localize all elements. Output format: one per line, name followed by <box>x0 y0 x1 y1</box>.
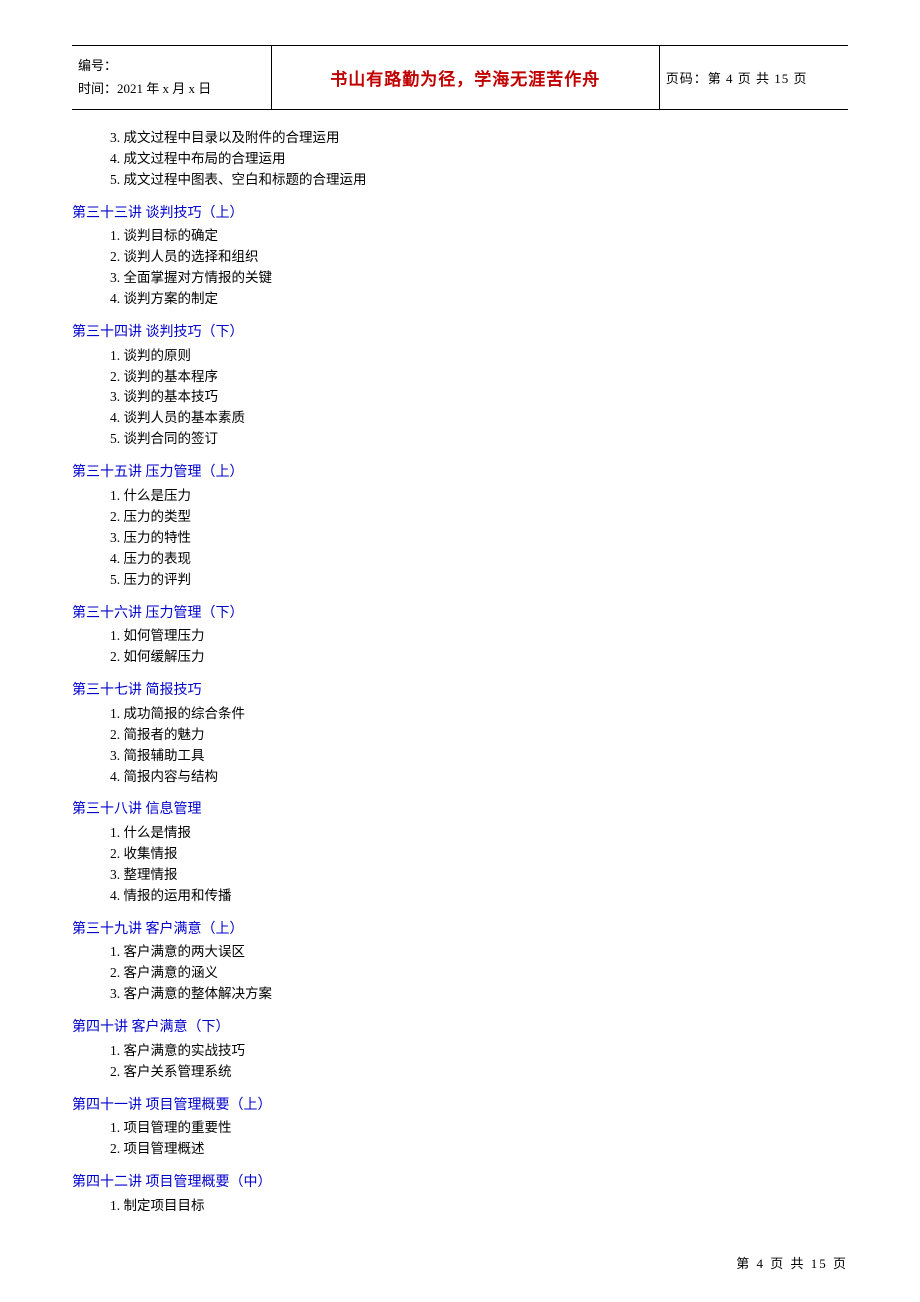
section-title: 第四十讲 客户满意（下） <box>72 1017 848 1039</box>
list-item: 1. 项目管理的重要性 <box>110 1118 848 1139</box>
list-item: 1. 什么是压力 <box>110 486 848 507</box>
list-item: 3. 整理情报 <box>110 865 848 886</box>
section-block: 1. 项目管理的重要性 2. 项目管理概述 <box>110 1118 848 1160</box>
list-item: 1. 谈判目标的确定 <box>110 226 848 247</box>
list-item: 3. 谈判的基本技巧 <box>110 387 848 408</box>
list-item: 2. 简报者的魅力 <box>110 725 848 746</box>
section-title: 第三十五讲 压力管理（上） <box>72 462 848 484</box>
section-block: 1. 谈判的原则 2. 谈判的基本程序 3. 谈判的基本技巧 4. 谈判人员的基… <box>110 346 848 451</box>
section-title: 第四十一讲 项目管理概要（上） <box>72 1095 848 1117</box>
section-block: 1. 什么是压力 2. 压力的类型 3. 压力的特性 4. 压力的表现 5. 压… <box>110 486 848 591</box>
list-item: 3. 简报辅助工具 <box>110 746 848 767</box>
list-item: 5. 成文过程中图表、空白和标题的合理运用 <box>110 170 848 191</box>
list-item: 4. 成文过程中布局的合理运用 <box>110 149 848 170</box>
list-item: 4. 情报的运用和传播 <box>110 886 848 907</box>
section-title: 第三十六讲 压力管理（下） <box>72 603 848 625</box>
doc-id: 编号： <box>78 54 265 77</box>
list-item: 3. 全面掌握对方情报的关键 <box>110 268 848 289</box>
list-item: 1. 成功简报的综合条件 <box>110 704 848 725</box>
pre-items-block: 3. 成文过程中目录以及附件的合理运用 4. 成文过程中布局的合理运用 5. 成… <box>110 128 848 191</box>
list-item: 5. 压力的评判 <box>110 570 848 591</box>
header-meta: 编号： 时间：2021 年 x 月 x 日 <box>72 46 271 110</box>
list-item: 1. 什么是情报 <box>110 823 848 844</box>
header-page: 页码：第 4 页 共 15 页 <box>659 46 848 110</box>
list-item: 4. 简报内容与结构 <box>110 767 848 788</box>
section-title: 第三十七讲 简报技巧 <box>72 680 848 702</box>
list-item: 4. 压力的表现 <box>110 549 848 570</box>
list-item: 4. 谈判方案的制定 <box>110 289 848 310</box>
list-item: 1. 如何管理压力 <box>110 626 848 647</box>
section-block: 1. 客户满意的实战技巧 2. 客户关系管理系统 <box>110 1041 848 1083</box>
list-item: 2. 压力的类型 <box>110 507 848 528</box>
list-item: 1. 制定项目目标 <box>110 1196 848 1217</box>
section-title: 第三十四讲 谈判技巧（下） <box>72 322 848 344</box>
list-item: 5. 谈判合同的签订 <box>110 429 848 450</box>
section-block: 1. 制定项目目标 <box>110 1196 848 1217</box>
section-title: 第三十八讲 信息管理 <box>72 799 848 821</box>
doc-time: 时间：2021 年 x 月 x 日 <box>78 77 265 100</box>
list-item: 3. 客户满意的整体解决方案 <box>110 984 848 1005</box>
section-title: 第三十九讲 客户满意（上） <box>72 919 848 941</box>
section-block: 1. 什么是情报 2. 收集情报 3. 整理情报 4. 情报的运用和传播 <box>110 823 848 907</box>
page-footer: 第 4 页 共 15 页 <box>736 1253 848 1272</box>
list-item: 4. 谈判人员的基本素质 <box>110 408 848 429</box>
section-title: 第三十三讲 谈判技巧（上） <box>72 203 848 225</box>
list-item: 3. 压力的特性 <box>110 528 848 549</box>
list-item: 3. 成文过程中目录以及附件的合理运用 <box>110 128 848 149</box>
header-motto: 书山有路勤为径，学海无涯苦作舟 <box>271 46 659 110</box>
section-block: 1. 如何管理压力 2. 如何缓解压力 <box>110 626 848 668</box>
list-item: 2. 谈判人员的选择和组织 <box>110 247 848 268</box>
section-block: 1. 谈判目标的确定 2. 谈判人员的选择和组织 3. 全面掌握对方情报的关键 … <box>110 226 848 310</box>
list-item: 2. 客户满意的涵义 <box>110 963 848 984</box>
section-title: 第四十二讲 项目管理概要（中） <box>72 1172 848 1194</box>
document-body: 3. 成文过程中目录以及附件的合理运用 4. 成文过程中布局的合理运用 5. 成… <box>72 128 848 1217</box>
list-item: 2. 项目管理概述 <box>110 1139 848 1160</box>
list-item: 2. 谈判的基本程序 <box>110 367 848 388</box>
list-item: 2. 收集情报 <box>110 844 848 865</box>
list-item: 1. 谈判的原则 <box>110 346 848 367</box>
list-item: 2. 如何缓解压力 <box>110 647 848 668</box>
list-item: 2. 客户关系管理系统 <box>110 1062 848 1083</box>
list-item: 1. 客户满意的两大误区 <box>110 942 848 963</box>
section-block: 1. 客户满意的两大误区 2. 客户满意的涵义 3. 客户满意的整体解决方案 <box>110 942 848 1005</box>
section-block: 1. 成功简报的综合条件 2. 简报者的魅力 3. 简报辅助工具 4. 简报内容… <box>110 704 848 788</box>
list-item: 1. 客户满意的实战技巧 <box>110 1041 848 1062</box>
document-header: 编号： 时间：2021 年 x 月 x 日 书山有路勤为径，学海无涯苦作舟 页码… <box>72 45 848 110</box>
